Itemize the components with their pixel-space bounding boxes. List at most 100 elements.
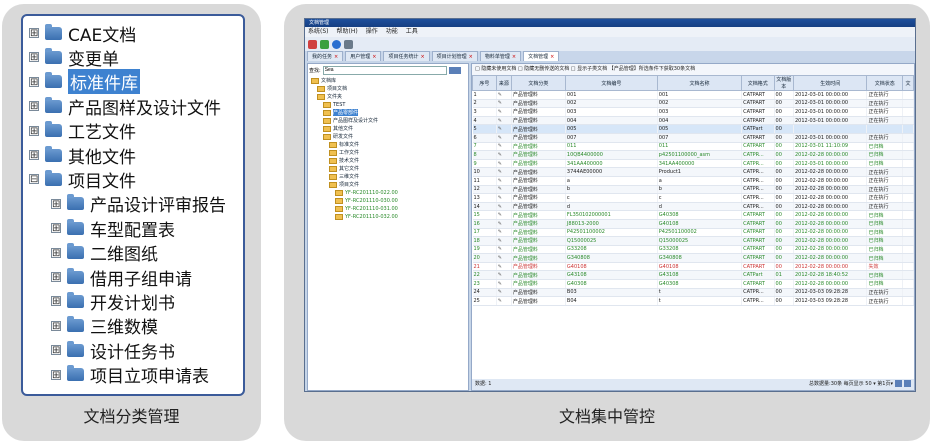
close-icon[interactable]: × — [512, 54, 516, 60]
expand-toggle-icon[interactable]: ⊞ — [51, 296, 61, 307]
column-header[interactable]: 文档格式 — [741, 75, 775, 91]
info-icon[interactable] — [332, 39, 341, 49]
table-row[interactable]: 4 ✎ 产品管理料 004 004 CATPART 00 2012-03-01 00:00:0… — [472, 116, 914, 126]
tree-node[interactable]: YF-RC201110-030.00 — [335, 197, 398, 204]
column-header[interactable]: 来源 — [495, 75, 512, 91]
table-row[interactable]: 5 ✎ 产品管理料 005 005 CATPart 00 — [472, 124, 914, 134]
tree-node[interactable]: 文档库 — [311, 77, 336, 84]
menu-item[interactable]: 工具 — [406, 27, 418, 37]
expand-toggle-icon[interactable]: ⊟ — [29, 174, 39, 185]
expand-toggle-icon[interactable]: ⊞ — [29, 125, 39, 136]
column-header[interactable]: 序号 — [472, 75, 497, 91]
tree-node[interactable]: ⊞ 二维图纸 — [51, 242, 158, 265]
table-row[interactable]: 6 ✎ 产品管理料 007 007 CATPART 00 2012-03-01 00:00:0… — [472, 133, 914, 143]
table-row[interactable]: 18 ✎ 产品管理料 Q15000025 Q15000025 CATPART 00 2012-… — [472, 236, 914, 246]
expand-toggle-icon[interactable]: ⊞ — [29, 101, 39, 112]
table-row[interactable]: 13 ✎ 产品管理料 c c CATPR... 00 2012-02-28 00:00:00 正… — [472, 193, 914, 203]
search-button[interactable] — [448, 66, 461, 74]
tree-node[interactable]: YF-RC201110-032.00 — [335, 213, 398, 220]
expand-toggle-icon[interactable]: ⊞ — [51, 345, 61, 356]
close-icon[interactable]: × — [334, 54, 338, 60]
menu-item[interactable]: 功能 — [386, 27, 398, 37]
column-header[interactable]: 文档版本 — [773, 75, 794, 91]
column-header[interactable]: 文 — [902, 75, 914, 91]
tree-node[interactable]: 产品图样及设计文件 — [323, 117, 378, 124]
table-row[interactable]: 15 ✎ 产品管理料 FL350102000001 G40308 CATPART 00 201… — [472, 210, 914, 220]
column-header[interactable]: 文档状态 — [866, 75, 904, 91]
table-row[interactable]: 19 ✎ 产品管理料 G33208 G33208 CATPART 00 2012-02-28 … — [472, 245, 914, 255]
tab[interactable]: 物料单管理 × — [479, 51, 522, 61]
table-row[interactable]: 20 ✎ 产品管理料 G340808 G340808 CATPART 00 2012-02-2… — [472, 253, 914, 263]
table-row[interactable]: 3 ✎ 产品管理料 003 003 CATPART 00 2012-03-01 00:00:0… — [472, 107, 914, 117]
expand-toggle-icon[interactable]: ⊞ — [51, 198, 61, 209]
table-row[interactable]: 16 ✎ 产品管理料 J88013-2000 G40108 CATPART 00 2012-0… — [472, 219, 914, 229]
next-page-button[interactable] — [904, 380, 911, 387]
tree-node[interactable]: 三维文件 — [329, 173, 359, 180]
tree-node[interactable]: 文件夹 — [317, 93, 342, 100]
table-row[interactable]: 24 ✎ 产品管理料 B03 t CATPR... 00 2012-03-03 09:28:2… — [472, 288, 914, 298]
tree-node[interactable]: ⊞ CAE文档 — [29, 22, 136, 46]
table-row[interactable]: 8 ✎ 产品管理料 10QB4400000 p42501100000_asm CATPR.… — [472, 150, 914, 160]
tab[interactable]: 我的任务 × — [307, 51, 344, 61]
menu-item[interactable]: 操作 — [366, 27, 378, 37]
tree-node[interactable]: ⊞ 开发计划书 — [51, 290, 175, 314]
close-icon[interactable]: × — [420, 54, 424, 60]
tree-node[interactable]: ⊞ 变更单 — [29, 46, 119, 70]
tree-node[interactable]: ⊞ 三维数模 — [51, 315, 158, 338]
tree-node[interactable]: ⊞ 其他文件 — [29, 144, 136, 168]
tree-node[interactable]: 其它文件 — [329, 165, 359, 172]
table-row[interactable]: 21 ✎ 产品管理料 G40108 G40108 CATPART 00 2012-02-28 … — [472, 262, 914, 272]
tree-node[interactable]: ⊞ 设计任务书 — [51, 339, 175, 363]
prev-page-button[interactable] — [895, 380, 902, 387]
save-icon[interactable] — [320, 39, 329, 49]
refresh-icon[interactable] — [308, 39, 317, 49]
status-right[interactable]: 总数据量:30条 每页显示 50 ▾ 第1页▾ — [809, 381, 893, 387]
menu-item[interactable]: 帮助(H) — [337, 27, 358, 37]
tree-node[interactable]: ⊞ 工艺文件 — [29, 120, 136, 143]
tree-node[interactable]: ⊟ 项目文件 — [29, 168, 136, 192]
user-icon[interactable] — [344, 39, 353, 49]
close-icon[interactable]: × — [550, 54, 554, 60]
table-row[interactable]: 11 ✎ 产品管理料 a a CATPR... 00 2012-02-28 00:00:00 正… — [472, 176, 914, 186]
tree-node[interactable]: ⊞ 项目立项申请表 — [51, 364, 209, 387]
tree-node[interactable]: ⊞ 标准件库 — [29, 69, 140, 95]
close-icon[interactable]: × — [469, 54, 473, 60]
tab[interactable]: 用户管理 × — [345, 51, 382, 61]
close-icon[interactable]: × — [372, 54, 376, 60]
tree-node[interactable]: ⊞ 车型配置表 — [51, 217, 175, 241]
table-row[interactable]: 25 ✎ 产品管理料 B04 t CATPR... 00 2012-03-03 09:28:2… — [472, 296, 914, 306]
menu-item[interactable]: 系统(S) — [308, 27, 329, 37]
tab[interactable]: 项目任务统计 × — [383, 51, 430, 61]
expand-toggle-icon[interactable]: ⊞ — [51, 369, 61, 380]
table-row[interactable]: 14 ✎ 产品管理料 d d CATPR... 00 2012-02-28 00:00:00 正… — [472, 202, 914, 212]
table-row[interactable]: 22 ✎ 产品管理料 G43108 G43108 CATPart 01 2012-02-28 … — [472, 270, 914, 281]
tab[interactable]: 文档管理 × — [523, 51, 560, 61]
tree-node[interactable]: 技术文件 — [329, 157, 359, 164]
filter-bar[interactable]: □ 隐藏未使用文档 □ 隐藏无删传送的文档 □ 显示子类文档 【产品管理】所选条… — [472, 64, 914, 75]
tree-node[interactable]: ⊞ 产品设计评审报告 — [51, 193, 226, 216]
tree-node[interactable]: 标准文件 — [329, 141, 359, 148]
tree-node[interactable]: 工作文件 — [329, 149, 359, 156]
tree-node[interactable]: 项目文档 — [317, 85, 347, 92]
table-row[interactable]: 2 ✎ 产品管理料 002 002 CATPART 00 2012-03-01 00:00:0… — [472, 99, 914, 109]
tree-node[interactable]: 研发文件 — [323, 133, 353, 140]
column-header[interactable]: 文档编号 — [564, 75, 658, 91]
column-header[interactable]: 生效时间 — [792, 75, 868, 91]
tree-node[interactable]: 其他文件 — [323, 125, 353, 132]
table-row[interactable]: 23 ✎ 产品管理料 G40308 G40308 CATPART 00 2012-02-28 … — [472, 279, 914, 289]
search-input[interactable] — [322, 65, 447, 75]
tree-node[interactable]: TEST — [323, 101, 345, 108]
table-row[interactable]: 12 ✎ 产品管理料 b b CATPR... 00 2012-02-28 00:00:00 正… — [472, 185, 914, 195]
tree-node[interactable]: YF-RC201110-031.00 — [335, 205, 398, 212]
expand-toggle-icon[interactable]: ⊞ — [51, 247, 61, 258]
expand-toggle-icon[interactable]: ⊞ — [51, 320, 61, 331]
table-row[interactable]: 1 ✎ 产品管理料 001 001 CATPART 00 2012-03-01 00:00:0… — [472, 90, 914, 100]
expand-toggle-icon[interactable]: ⊞ — [29, 28, 39, 39]
table-row[interactable]: 9 ✎ 产品管理料 341AA400000 341AA400000 CATPR... 00 2… — [472, 159, 914, 169]
expand-toggle-icon[interactable]: ⊞ — [51, 272, 61, 283]
tree-node[interactable]: 产品零部件 — [323, 109, 359, 116]
tree-node[interactable]: ⊞ 产品图样及设计文件 — [29, 95, 221, 119]
expand-toggle-icon[interactable]: ⊞ — [29, 76, 39, 87]
expand-toggle-icon[interactable]: ⊞ — [29, 150, 39, 161]
table-row[interactable]: 10 ✎ 产品管理料 3744AE00000 Product1 CATPR... 00 201… — [472, 167, 914, 177]
